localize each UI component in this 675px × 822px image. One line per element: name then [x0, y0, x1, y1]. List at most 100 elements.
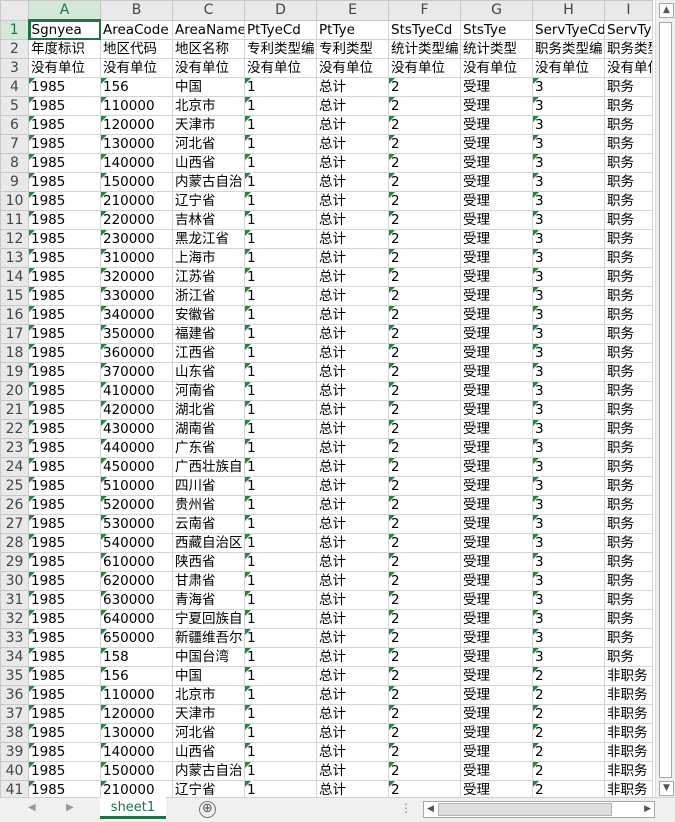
- cell[interactable]: 总计: [316, 210, 389, 230]
- cell[interactable]: 没有单位: [388, 58, 461, 78]
- cell[interactable]: 青海省: [172, 590, 245, 610]
- cell[interactable]: 1985: [28, 210, 101, 230]
- cell[interactable]: 受理: [460, 96, 533, 116]
- cell[interactable]: 3: [532, 210, 605, 230]
- cell[interactable]: 2: [388, 761, 461, 781]
- cell[interactable]: 3: [532, 362, 605, 382]
- cell[interactable]: 1: [244, 115, 317, 135]
- row-header[interactable]: 17: [0, 324, 29, 344]
- cell[interactable]: 地区名称: [172, 39, 245, 59]
- cell[interactable]: 受理: [460, 628, 533, 648]
- cell[interactable]: 湖南省: [172, 419, 245, 439]
- cell[interactable]: 1985: [28, 628, 101, 648]
- cell[interactable]: 职务: [604, 229, 653, 249]
- cell[interactable]: 2: [388, 134, 461, 154]
- cell[interactable]: 中国台湾: [172, 647, 245, 667]
- cell[interactable]: 山西省: [172, 742, 245, 762]
- cell[interactable]: 1: [244, 647, 317, 667]
- cell[interactable]: 2: [388, 704, 461, 724]
- row-header[interactable]: 11: [0, 210, 29, 230]
- cell[interactable]: 职务: [604, 514, 653, 534]
- sheet-tab-sheet1[interactable]: sheet1: [100, 797, 166, 819]
- cell[interactable]: 职务: [604, 476, 653, 496]
- cell[interactable]: 2: [532, 723, 605, 743]
- row-header[interactable]: 28: [0, 533, 29, 553]
- cell[interactable]: 1: [244, 400, 317, 420]
- cell[interactable]: 1985: [28, 742, 101, 762]
- cell[interactable]: 非职务: [604, 780, 653, 797]
- cell[interactable]: 150000: [100, 172, 173, 192]
- row-header[interactable]: 19: [0, 362, 29, 382]
- row-header[interactable]: 24: [0, 457, 29, 477]
- row-header[interactable]: 32: [0, 609, 29, 629]
- cell[interactable]: 西藏自治区: [172, 533, 245, 553]
- worksheet-grid[interactable]: ABCDEFGHI 1 Sgnyea AreaCode AreaName PtTyeCd…: [0, 0, 655, 797]
- row-header[interactable]: 3: [0, 58, 29, 78]
- cell[interactable]: 3: [532, 286, 605, 306]
- cell[interactable]: 受理: [460, 419, 533, 439]
- cell[interactable]: 2: [388, 533, 461, 553]
- cell[interactable]: 职务: [604, 438, 653, 458]
- cell[interactable]: 1985: [28, 704, 101, 724]
- row-header[interactable]: 41: [0, 780, 29, 797]
- cell[interactable]: 2: [388, 514, 461, 534]
- cell[interactable]: 1985: [28, 438, 101, 458]
- cell[interactable]: 职务: [604, 248, 653, 268]
- cell[interactable]: 江苏省: [172, 267, 245, 287]
- column-header-h[interactable]: H: [532, 0, 605, 21]
- cell[interactable]: 330000: [100, 286, 173, 306]
- cell[interactable]: 受理: [460, 115, 533, 135]
- cell[interactable]: 2: [388, 324, 461, 344]
- cell[interactable]: 总计: [316, 324, 389, 344]
- row-header[interactable]: 22: [0, 419, 29, 439]
- row-header[interactable]: 14: [0, 267, 29, 287]
- cell[interactable]: 总计: [316, 153, 389, 173]
- cell[interactable]: 受理: [460, 362, 533, 382]
- cell[interactable]: 1: [244, 362, 317, 382]
- cell[interactable]: 受理: [460, 609, 533, 629]
- cell[interactable]: 1: [244, 514, 317, 534]
- cell[interactable]: 总计: [316, 533, 389, 553]
- cell[interactable]: 1: [244, 286, 317, 306]
- cell[interactable]: 2: [388, 305, 461, 325]
- cell[interactable]: 1: [244, 590, 317, 610]
- row-header[interactable]: 5: [0, 96, 29, 116]
- cell[interactable]: 总计: [316, 191, 389, 211]
- cell[interactable]: 总计: [316, 172, 389, 192]
- next-sheet-arrow-icon[interactable]: ▶: [66, 802, 74, 813]
- scroll-right-arrow-icon[interactable]: ▶: [644, 804, 651, 814]
- cell[interactable]: 1985: [28, 229, 101, 249]
- cell[interactable]: 3: [532, 438, 605, 458]
- horizontal-scroll-thumb[interactable]: [438, 803, 612, 816]
- row-header[interactable]: 18: [0, 343, 29, 363]
- cell[interactable]: 2: [388, 96, 461, 116]
- cell[interactable]: 530000: [100, 514, 173, 534]
- cell[interactable]: 职务: [604, 419, 653, 439]
- cell[interactable]: 1: [244, 723, 317, 743]
- cell[interactable]: 山西省: [172, 153, 245, 173]
- cell[interactable]: 内蒙古自治: [172, 761, 245, 781]
- cell[interactable]: 3: [532, 324, 605, 344]
- cell[interactable]: 总计: [316, 438, 389, 458]
- cell[interactable]: 受理: [460, 495, 533, 515]
- cell[interactable]: 受理: [460, 286, 533, 306]
- cell[interactable]: 非职务: [604, 723, 653, 743]
- cell[interactable]: 职务: [604, 343, 653, 363]
- cell[interactable]: 总计: [316, 248, 389, 268]
- cell[interactable]: 1: [244, 476, 317, 496]
- cell[interactable]: 1985: [28, 324, 101, 344]
- cell[interactable]: 140000: [100, 742, 173, 762]
- cell[interactable]: 420000: [100, 400, 173, 420]
- cell[interactable]: 1985: [28, 590, 101, 610]
- cell[interactable]: 受理: [460, 571, 533, 591]
- cell[interactable]: 2: [388, 381, 461, 401]
- cell[interactable]: 受理: [460, 400, 533, 420]
- cell[interactable]: 510000: [100, 476, 173, 496]
- cell[interactable]: 2: [388, 647, 461, 667]
- cell[interactable]: 1985: [28, 761, 101, 781]
- cell[interactable]: 职务: [604, 362, 653, 382]
- row-header[interactable]: 8: [0, 153, 29, 173]
- row-header[interactable]: 33: [0, 628, 29, 648]
- row-header[interactable]: 26: [0, 495, 29, 515]
- cell[interactable]: 总计: [316, 362, 389, 382]
